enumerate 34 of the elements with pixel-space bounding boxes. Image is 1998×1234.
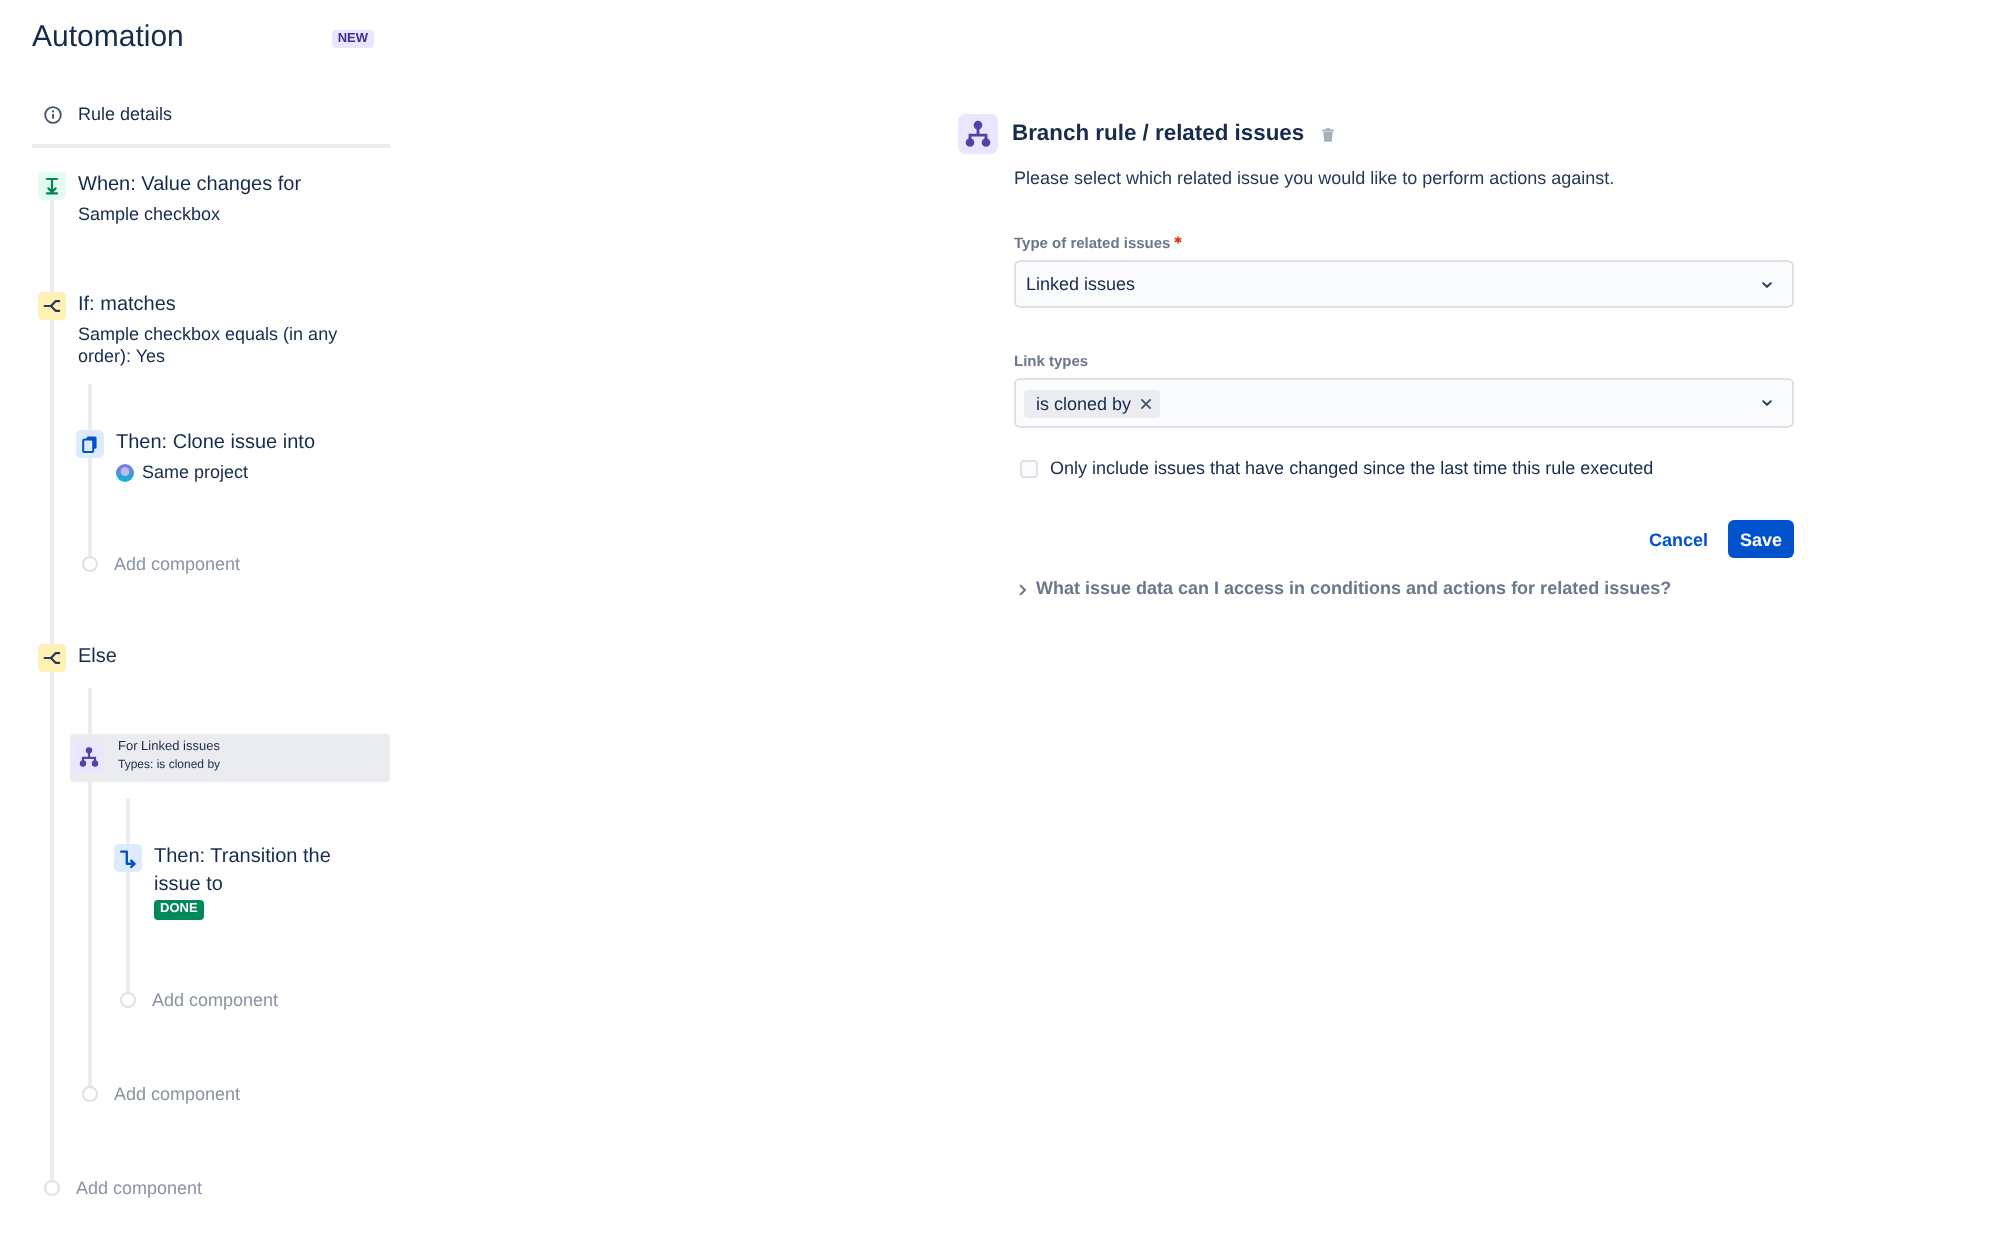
hierarchy-icon bbox=[74, 742, 104, 772]
selected-tag[interactable]: is cloned by bbox=[1024, 389, 1160, 417]
expand-toggle[interactable]: What issue data can I access in conditions and actions for related issues? bbox=[1014, 578, 1672, 600]
chevron-down-icon bbox=[1762, 281, 1772, 287]
fork-icon bbox=[38, 292, 66, 320]
select-field[interactable]: Linked issues bbox=[1014, 260, 1794, 308]
close-icon[interactable] bbox=[1139, 397, 1152, 409]
rule-component[interactable]: Else bbox=[38, 644, 117, 672]
rule-component[interactable]: When: Value changes for Sample checkbox bbox=[38, 172, 302, 226]
panel-title: Branch rule / related issues bbox=[1012, 120, 1305, 150]
fork-icon bbox=[38, 644, 66, 672]
panel-description: Please select which related issue you would like to perform actions against. bbox=[1014, 166, 1617, 190]
multi-select-field[interactable]: is cloned by bbox=[1014, 378, 1794, 428]
chevron-right-icon bbox=[1018, 583, 1028, 595]
circle-icon bbox=[82, 1086, 98, 1102]
circle-icon bbox=[120, 992, 136, 1008]
circle-icon bbox=[44, 1180, 60, 1196]
text-button[interactable]: Cancel bbox=[1636, 520, 1720, 558]
rule-component[interactable]: Then: Clone issue into Same project bbox=[76, 430, 316, 484]
rule-details-link[interactable]: Rule details bbox=[44, 102, 173, 126]
step-arrow-icon bbox=[114, 844, 142, 872]
info-icon bbox=[44, 105, 62, 123]
checkbox[interactable] bbox=[1020, 459, 1038, 477]
copy-icon bbox=[76, 430, 104, 458]
hierarchy-icon bbox=[958, 114, 998, 154]
trash-icon[interactable] bbox=[1322, 127, 1335, 141]
chevron-down-icon bbox=[1762, 400, 1772, 406]
arrow-down-bar-icon bbox=[38, 172, 66, 200]
circle-icon bbox=[82, 556, 98, 572]
page-title: Automation bbox=[32, 20, 184, 56]
project-avatar-icon bbox=[116, 464, 134, 482]
checkbox-label: Only include issues that have changed since the last time this rule executed bbox=[1050, 456, 1654, 480]
rule-component[interactable]: If: matches Sample checkbox equals (in any order): Yes bbox=[38, 292, 356, 368]
primary-button[interactable]: Save bbox=[1727, 520, 1794, 558]
